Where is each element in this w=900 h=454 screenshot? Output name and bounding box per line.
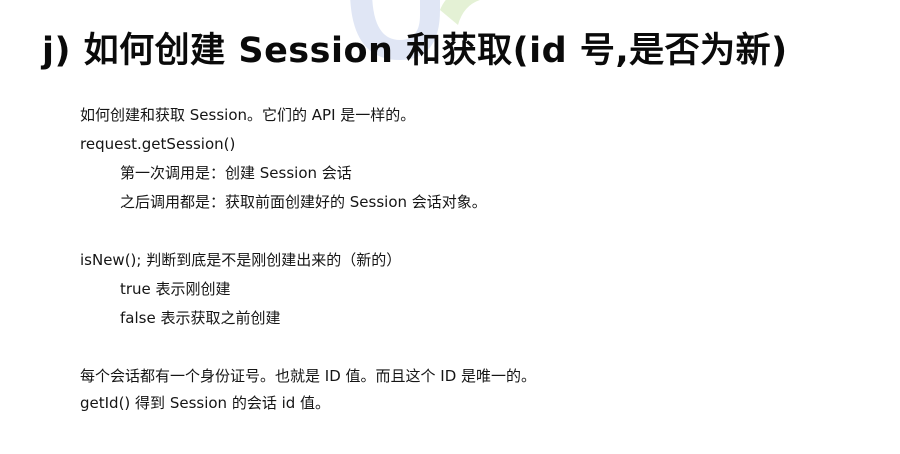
body-line-false: false 表示获取之前创建 <box>120 309 281 327</box>
body-line-get-id: getId() 得到 Session 的会话 id 值。 <box>80 394 331 412</box>
body-line-is-new: isNew(); 判断到底是不是刚创建出来的（新的） <box>80 251 402 269</box>
slide-body: 如何创建和获取 Session。它们的 API 是一样的。 request.ge… <box>80 101 880 415</box>
body-line-get-session: request.getSession() <box>80 135 236 153</box>
slide-title: j) 如何创建 Session 和获取(id 号,是否为新) <box>42 31 788 71</box>
body-line-session-id: 每个会话都有一个身份证号。也就是 ID 值。而且这个 ID 是唯一的。 <box>80 367 537 385</box>
body-line-later-calls: 之后调用都是：获取前面创建好的 Session 会话对象。 <box>120 193 487 211</box>
body-line-first-call: 第一次调用是：创建 Session 会话 <box>120 164 352 182</box>
body-line-create-get: 如何创建和获取 Session。它们的 API 是一样的。 <box>80 106 416 124</box>
body-line-true: true 表示刚创建 <box>120 280 231 298</box>
